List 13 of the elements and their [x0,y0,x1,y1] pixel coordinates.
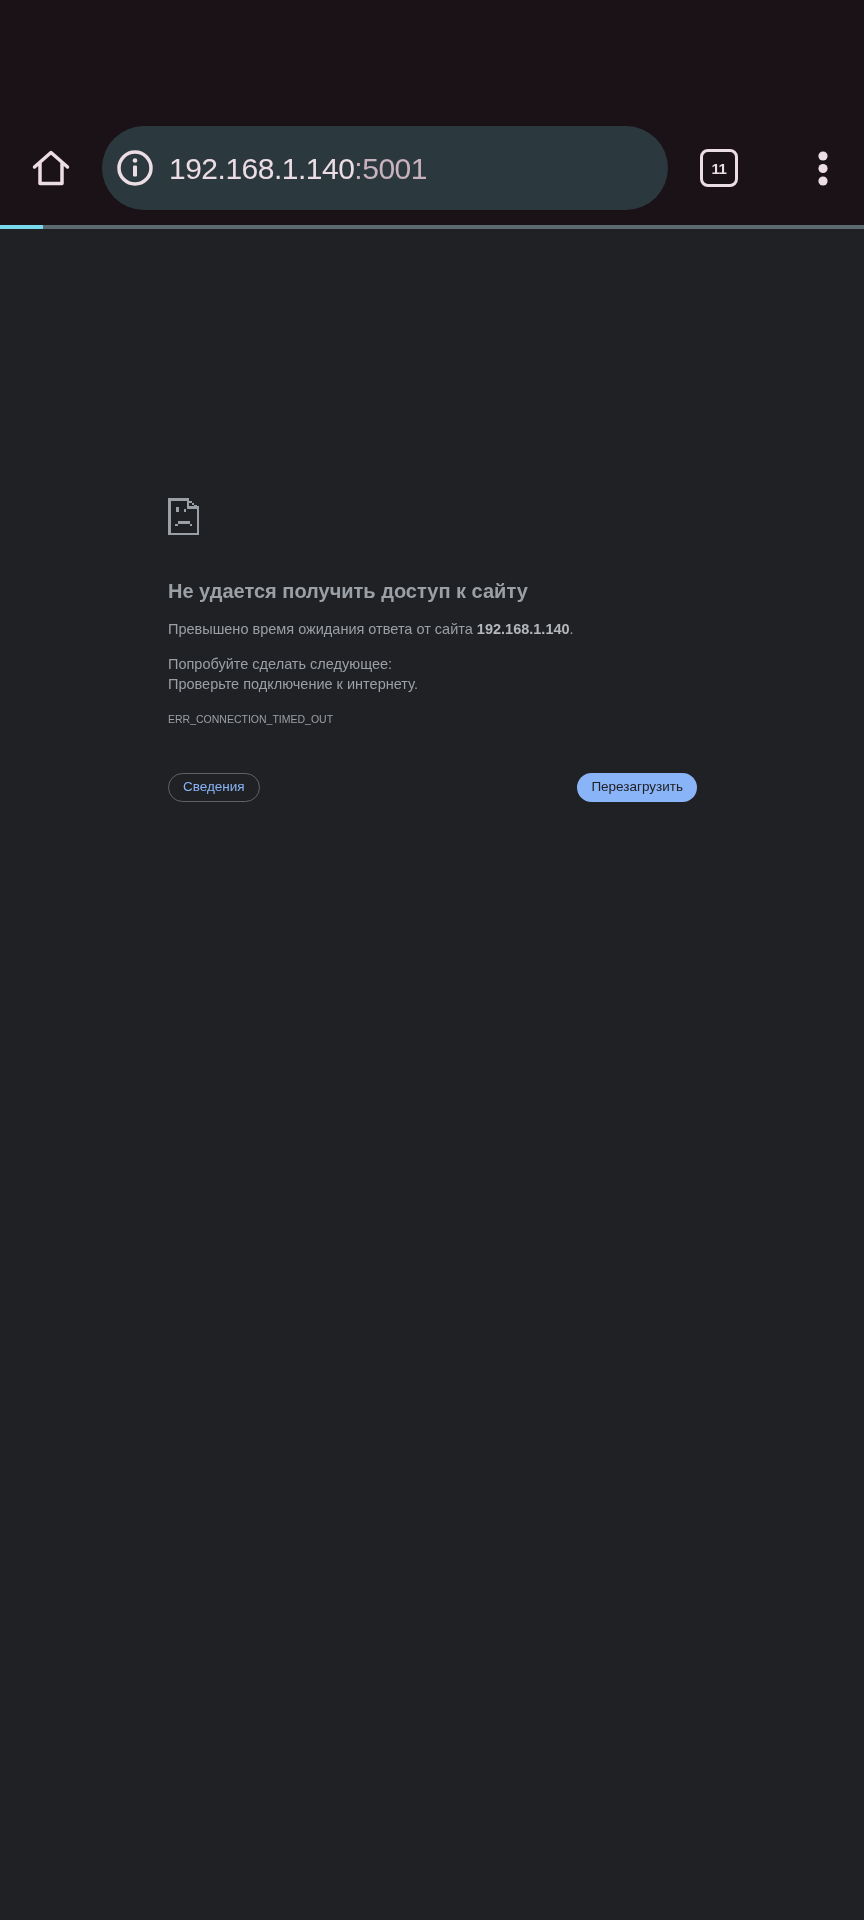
menu-icon[interactable] [818,150,828,186]
error-title: Не удается получить доступ к сайту [168,579,529,604]
url-text[interactable]: 192.168.1.140:5001 [169,145,427,191]
sad-page-icon [168,498,199,535]
suggestions-heading: Попробуйте сделать следующее: [168,655,394,674]
address-bar[interactable]: 192.168.1.140:5001 [102,126,668,210]
reload-button[interactable]: Перезагрузить [577,773,697,802]
info-icon[interactable] [117,150,153,186]
suggestion-text: Проверьте подключение к интернету. [168,675,419,694]
error-code: ERR_CONNECTION_TIMED_OUT [168,712,335,727]
tab-switcher-button[interactable]: 11 [700,149,738,187]
error-message: Превышено время ожидания ответа от сайта 192.168.1.140. [168,620,575,639]
home-icon[interactable] [32,149,70,187]
